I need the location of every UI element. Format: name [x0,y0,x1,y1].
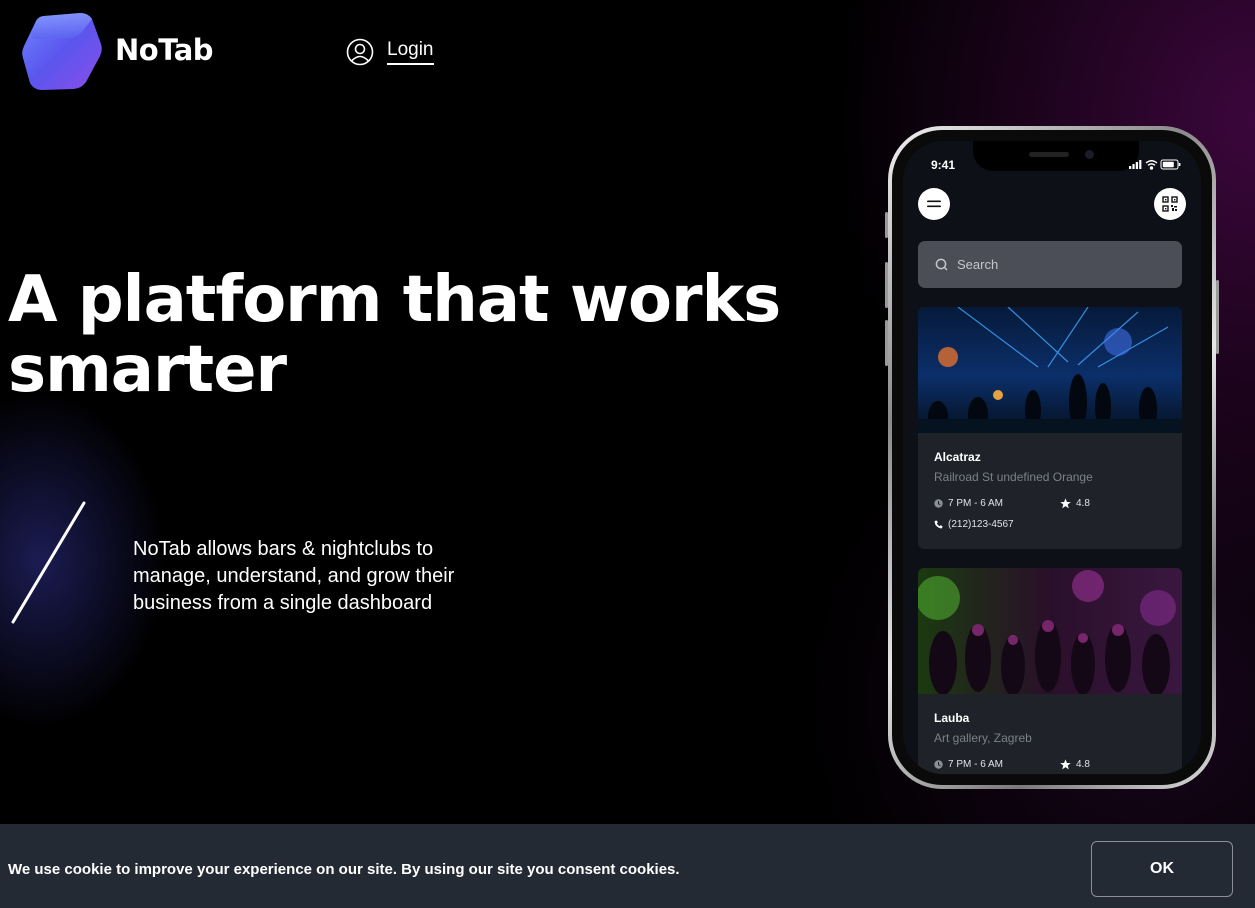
menu-icon [927,200,941,208]
battery-icon [1160,159,1181,170]
clock-icon [934,760,943,769]
phone-volume-down [885,320,888,366]
venue-rating: 4.8 [1076,759,1090,770]
venue-card[interactable]: Alcatraz Railroad St undefined Orange 7 … [918,307,1182,549]
qr-scan-button[interactable] [1154,188,1186,220]
wifi-icon [1145,160,1158,170]
hero-title: A platform that works smarter [8,263,781,407]
login-link[interactable]: Login [346,38,434,66]
venue-photo [918,568,1182,694]
phone-screen: 9:41 Search Alcatraz Railroad St undefin… [903,141,1201,774]
search-placeholder: Search [957,257,999,272]
venue-hours: 7 PM - 6 AM [948,759,1004,770]
phone-mockup: 9:41 Search Alcatraz Railroad St undefin… [885,126,1219,789]
venue-address: Art gallery, Zagreb [934,731,1032,745]
login-label[interactable]: Login [387,39,434,65]
cookie-ok-button[interactable]: OK [1091,841,1233,897]
status-time: 9:41 [931,158,956,172]
venue-name: Alcatraz [934,450,981,464]
venue-rating: 4.8 [1076,498,1090,509]
venue-hours: 7 PM - 6 AM [948,498,1004,509]
cookie-banner: We use cookie to improve your experience… [0,824,1255,908]
status-icons [1129,159,1181,170]
phone-power-button [1216,280,1219,354]
menu-button[interactable] [918,188,950,220]
venue-address: Railroad St undefined Orange [934,470,1093,484]
venue-card[interactable]: Lauba Art gallery, Zagreb 7 PM - 6 AM 4.… [918,568,1182,774]
cookie-message: We use cookie to improve your experience… [8,861,680,878]
venue-phone[interactable]: (212)123-4567 [948,519,1014,530]
logo-cube-icon[interactable] [22,12,102,90]
search-field[interactable]: Search [918,241,1182,288]
phone-mute-switch [885,212,888,238]
venue-name: Lauba [934,711,970,725]
phone-notch [973,141,1139,171]
signal-icon [1129,160,1142,169]
search-icon [935,258,948,271]
hero-description: NoTab allows bars & nightclubs to manage… [133,538,455,614]
slash-decoration [11,501,86,624]
star-icon [1060,759,1071,770]
user-circle-icon [346,38,374,66]
venue-photo [918,307,1182,433]
phone-icon [934,520,943,529]
brand-name[interactable]: NoTab [115,33,214,67]
phone-volume-up [885,262,888,308]
star-icon [1060,498,1071,509]
qr-code-icon [1162,196,1178,212]
clock-icon [934,499,943,508]
